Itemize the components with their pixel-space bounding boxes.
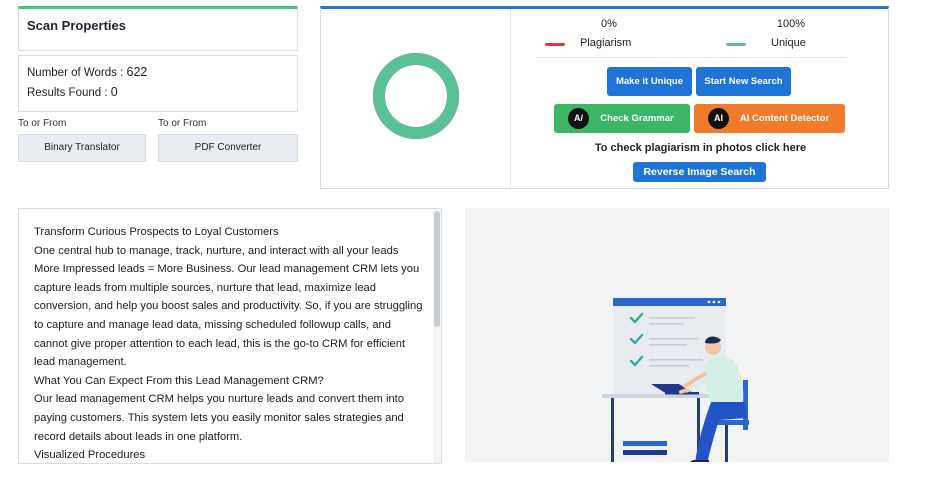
plagiarism-label: Plagiarism [580,37,632,49]
tool-caption: To or From [158,118,207,129]
word-count-value: 622 [126,65,148,79]
grammar-icon: A/ [568,108,589,129]
results-found-value: 0 [110,85,118,99]
illustration-panel [465,208,889,462]
unique-label: Unique [771,37,806,49]
binary-translator-button[interactable]: Binary Translator [18,134,146,162]
photo-check-text: To check plagiarism in photos click here [594,142,807,154]
start-new-search-button[interactable]: Start New Search [696,67,791,96]
results-found-label: Results Found : [27,87,111,99]
content-paragraph: Our lead management CRM helps you nurtur… [34,393,405,443]
content-paragraph: Transform Curious Prospects to Loyal Cus… [34,226,279,238]
content-textarea[interactable]: Transform Curious Prospects to Loyal Cus… [18,208,442,464]
unique-legend-swatch [726,43,746,46]
ring-unique-arc [373,53,459,139]
tool-caption: To or From [18,118,67,129]
check-grammar-button[interactable]: A/ Check Grammar [554,104,690,133]
word-count: Number of Words : 622 [27,65,147,79]
content-paragraph: Visualized Procedures [34,449,146,462]
panel-divider [510,9,511,189]
make-unique-button[interactable]: Make it Unique [607,67,692,96]
ai-icon: AI [708,108,729,129]
scan-properties-header: Scan Properties [18,6,298,51]
unique-percent: 100% [776,18,806,30]
content-paragraph: What You Can Expect From this Lead Manag… [34,374,324,387]
plagiarism-legend-swatch [545,43,565,46]
result-panel: 0% 100% Plagiarism Unique Make it Unique… [320,6,889,189]
content-paragraph: More Impressed leads = More Business. Ou… [34,263,423,369]
reverse-image-search-button[interactable]: Reverse Image Search [633,162,766,182]
pdf-converter-button[interactable]: PDF Converter [158,134,298,162]
scan-stats: Number of Words : 622 Results Found : 0 [18,55,298,112]
results-found: Results Found : 0 [27,85,118,99]
content-paragraph: One central hub to manage, track, nurtur… [34,244,399,257]
scan-properties-title: Scan Properties [27,18,126,33]
ai-content-detector-button[interactable]: AI AI Content Detector [694,104,845,133]
legend-divider [536,57,846,58]
uniqueness-ring-chart [373,53,459,139]
word-count-label: Number of Words : [27,67,127,79]
plagiarism-percent: 0% [601,18,617,30]
scrollbar-thumb[interactable] [434,211,440,327]
content-text: Transform Curious Prospects to Loyal Cus… [34,223,424,463]
person-at-laptop-illustration [602,298,749,462]
textarea-scrollbar[interactable] [433,209,441,463]
